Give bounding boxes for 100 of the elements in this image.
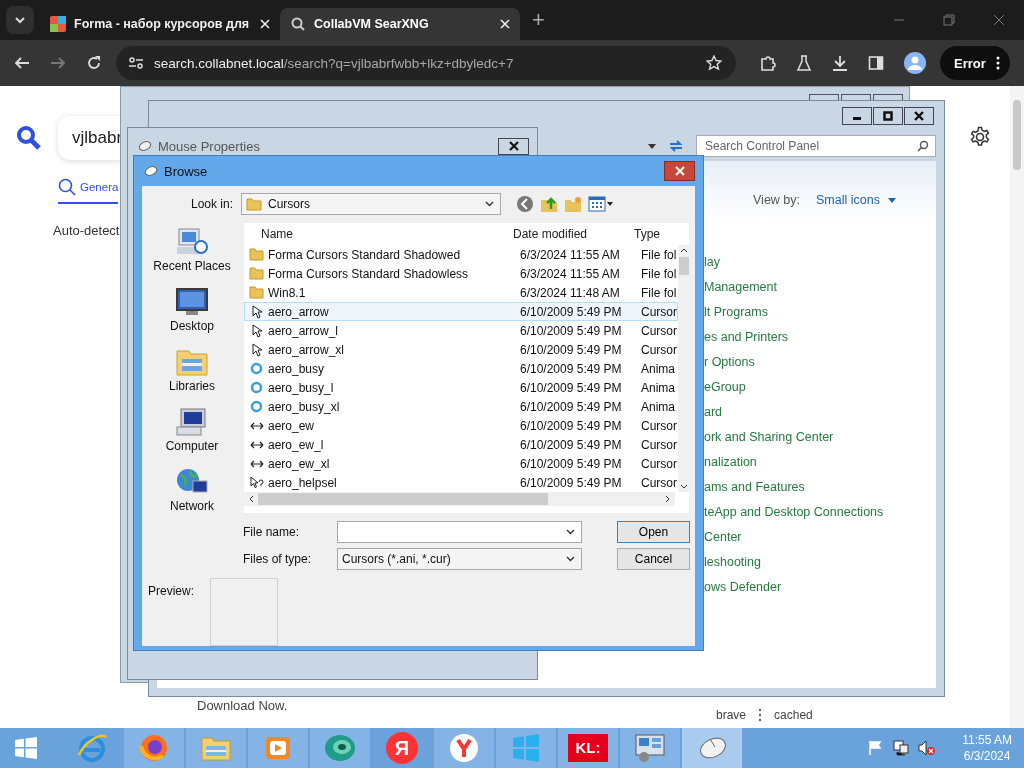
speaker-muted-icon[interactable] [918,740,937,756]
taskbar-controlpanel-button[interactable] [620,728,680,768]
close-button[interactable] [498,137,529,155]
network-icon[interactable] [892,740,911,756]
category-tab[interactable]: Genera [58,178,119,204]
control-panel-link[interactable]: es and Printers [704,328,936,347]
control-panel-link[interactable]: teApp and Desktop Connections [704,503,936,522]
more-icon[interactable] [758,708,763,722]
scrollbar[interactable] [244,492,675,506]
file-row[interactable]: aero_arrow_l 6/10/2009 5:49 PM Cursor [244,321,678,340]
file-name-field[interactable] [337,521,582,543]
file-row[interactable]: Forma Cursors Standard Shadowless 6/3/2024 11:55 AM File fol [244,264,678,283]
browser-tab[interactable]: Forma - набор курсоров для [40,8,280,40]
file-name: aero_ew [268,418,316,433]
scroll-thumb[interactable] [258,493,548,505]
control-panel-link[interactable]: ams and Features [704,478,936,497]
engine-label: brave [716,708,747,722]
scroll-up-icon[interactable] [679,247,688,253]
file-row[interactable]: aero_ew 6/10/2009 5:49 PM Cursor [244,416,678,435]
browser-tab[interactable]: CollabVM SearXNG [280,8,520,40]
back-icon[interactable] [516,195,534,213]
file-row[interactable]: aero_helpsel 6/10/2009 5:49 PM Cursor [244,473,678,492]
taskbar-mouse-button[interactable] [682,728,742,768]
scroll-left-icon[interactable] [248,495,254,503]
search-field[interactable]: Search Control Panel [696,135,936,157]
cancel-button[interactable]: Cancel [617,548,690,570]
taskbar-firefox-button[interactable] [124,728,184,768]
file-row[interactable]: aero_busy_l 6/10/2009 5:49 PM Anima [244,378,678,397]
control-panel-link[interactable]: Center [704,528,936,547]
look-in-dropdown[interactable]: Cursors [241,193,501,215]
close-button[interactable] [664,161,695,181]
control-panel-link[interactable]: r Options [704,353,936,372]
download-link[interactable]: Download Now. [197,698,288,713]
settings-icon[interactable] [969,126,991,148]
restore-icon[interactable] [943,14,955,26]
maximize-button[interactable] [873,107,903,125]
scrollbar[interactable] [1010,86,1024,728]
place-shortcut[interactable]: Desktop [170,287,214,333]
menu-icon[interactable] [995,56,1000,70]
play-icon [264,734,292,762]
site-settings-icon[interactable] [128,56,144,70]
control-panel-link[interactable]: lt Programs [704,303,936,322]
reload-icon[interactable] [86,55,102,71]
file-row[interactable]: aero_ew_l 6/10/2009 5:49 PM Cursor [244,435,678,454]
windows-logo-icon [14,736,38,760]
file-row[interactable]: Win8.1 6/3/2024 11:48 AM File fol [244,283,678,302]
dropdown-icon[interactable] [648,143,656,149]
view-menu-icon[interactable] [588,196,614,212]
scrollbar[interactable] [678,245,689,492]
puzzle-icon[interactable] [760,55,776,71]
folder-icon [249,267,264,280]
close-button[interactable] [904,107,934,125]
search-icon [58,178,76,196]
cursor-arrow-icon [250,342,263,357]
file-row[interactable]: aero_ew_xl 6/10/2009 5:49 PM Cursor [244,454,678,473]
column-header[interactable]: Date modified [513,227,634,241]
refresh-icon[interactable] [668,139,684,153]
file-type: Cursor [641,475,677,490]
control-panel-link[interactable]: ard [704,403,936,422]
tab-list-button[interactable] [6,6,34,34]
file-row[interactable]: aero_busy_xl 6/10/2009 5:49 PM Anima [244,397,678,416]
place-shortcut[interactable]: Network [170,467,214,513]
avatar-icon[interactable] [904,52,926,74]
control-panel-link[interactable]: Management [704,278,936,297]
file-row[interactable]: aero_arrow_xl 6/10/2009 5:49 PM Cursor [244,340,678,359]
control-panel-link[interactable]: ork and Sharing Center [704,428,936,447]
new-tab-button[interactable]: + [526,6,551,34]
column-header[interactable]: Type [634,227,670,241]
file-row[interactable]: aero_arrow 6/10/2009 5:49 PM Cursor [244,302,678,321]
profile-error-button[interactable]: Error [940,46,1010,80]
place-shortcut[interactable]: Libraries [169,347,215,393]
minimize-button[interactable] [842,107,872,125]
flask-icon[interactable] [796,55,812,71]
column-header[interactable]: Name [261,227,513,241]
sidebar-icon[interactable] [868,55,884,71]
control-panel-link[interactable]: leshooting [704,553,936,572]
star-icon[interactable] [706,55,722,71]
scroll-down-icon[interactable] [679,484,688,490]
open-button[interactable]: Open [617,521,690,543]
scroll-thumb[interactable] [678,257,689,275]
control-panel-link[interactable]: eGroup [704,378,936,397]
control-panel-link[interactable]: nalization [704,453,936,472]
file-row[interactable]: Forma Cursors Standard Shadowed 6/3/2024 11:55 AM File fol [244,245,678,264]
file-date: 6/10/2009 5:49 PM [520,304,623,319]
view-by-dropdown[interactable]: Small icons [816,193,896,207]
taskbar-yandex-button[interactable]: Я [372,728,432,768]
taskbar-ybrowser-button[interactable] [434,728,494,768]
address-bar[interactable]: search.collabnet.local/search?q=vjlbabrfwbb+lkz+dbyledc+7 [116,46,736,80]
file-type-dropdown[interactable]: Cursors (*.ani, *.cur) [337,548,582,570]
place-shortcut[interactable]: Computer [165,407,219,453]
up-folder-icon[interactable] [540,195,558,213]
scroll-right-icon[interactable] [665,495,671,503]
back-icon[interactable] [14,55,30,71]
forward-icon[interactable] [50,55,66,71]
taskbar-kl-button[interactable]: KL: [558,728,618,768]
download-icon[interactable] [832,55,848,71]
control-panel-link[interactable]: lay [704,253,936,272]
control-panel-link[interactable]: ows Defender [704,578,936,597]
place-shortcut[interactable]: Recent Places [153,227,231,273]
file-row[interactable]: aero_busy 6/10/2009 5:49 PM Anima [244,359,678,378]
